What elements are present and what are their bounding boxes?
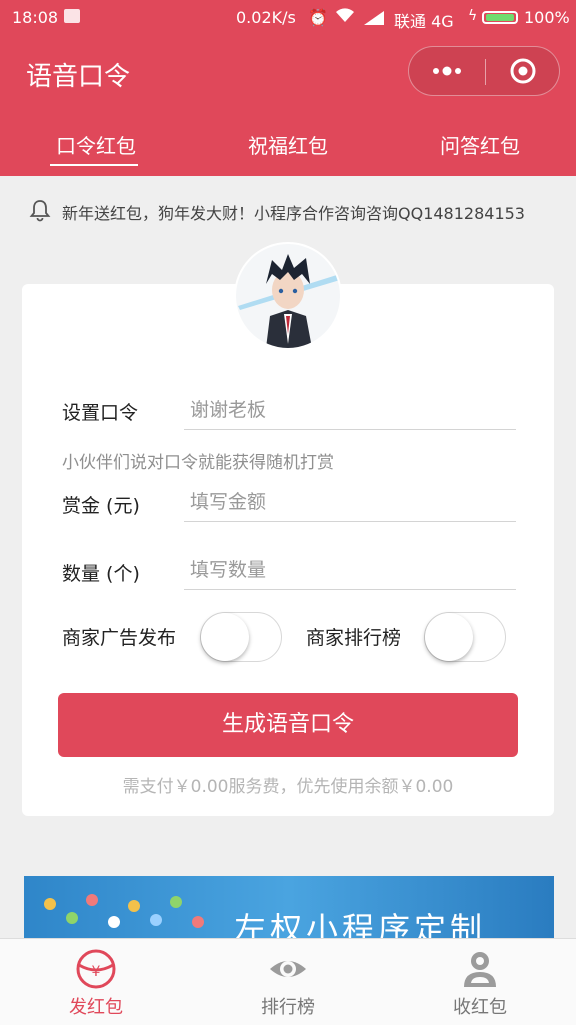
amount-label: 赏金 (元) [62,495,140,517]
payment-note: 需支付￥0.00服务费，优先使用余额￥0.00 [122,777,454,797]
nav-bar: 语音口令 [0,34,576,110]
ad-banner[interactable]: 左权小程序定制 [24,876,554,938]
tabbar-label-send: 发红包 [69,997,123,1018]
more-icon[interactable] [427,60,467,82]
toggle-knob [201,613,249,661]
notice-bar: 新年送红包，狗年发大财！小程序合作咨询咨询QQ1481284153 [0,176,576,246]
capsule-divider [485,59,486,85]
tabbar-label-rank: 排行榜 [261,997,315,1018]
bottom-tab-bar: ¥ 发红包 排行榜 收红包 [0,938,576,1025]
avatar [236,244,340,348]
top-tabs: 口令红包 祝福红包 问答红包 [0,110,576,176]
quantity-input[interactable] [184,550,516,590]
password-label: 设置口令 [62,402,139,424]
status-time: 18:08 [12,8,59,27]
rank-toggle[interactable] [424,612,506,662]
eye-icon [268,949,308,989]
red-packet-icon: ¥ [76,949,116,989]
active-tab-indicator [50,164,138,166]
page-title: 语音口令 [26,62,131,92]
alarm-icon: ⏰ [308,8,328,27]
carrier-label: 联通 4G [394,12,454,31]
bell-icon [28,198,52,222]
wifi-icon [334,6,356,29]
password-hint: 小伙伴们说对口令就能获得随机打赏 [62,453,334,473]
tab-blessing-packet[interactable]: 祝福红包 [242,130,334,159]
network-speed: 0.02K/s [236,8,296,27]
toggle-knob [425,613,473,661]
ad-toggle[interactable] [200,612,282,662]
svg-text:¥: ¥ [92,964,101,980]
tabbar-label-receive: 收红包 [453,997,507,1018]
sim-icon [64,9,80,23]
rank-toggle-label: 商家排行榜 [306,627,402,649]
ad-toggle-label: 商家广告发布 [62,627,177,649]
tab-password-packet[interactable]: 口令红包 [50,130,142,159]
banner-text: 左权小程序定制 [234,910,487,938]
password-input[interactable] [184,390,516,430]
close-icon[interactable] [509,57,537,85]
tab-quiz-packet[interactable]: 问答红包 [434,130,526,159]
generate-voice-password-button[interactable]: 生成语音口令 [58,693,518,757]
tabbar-item-send[interactable]: ¥ 发红包 [0,939,192,1025]
tabbar-item-rank[interactable]: 排行榜 [192,939,384,1025]
notice-text: 新年送红包，狗年发大财！小程序合作咨询咨询QQ1481284153 [62,204,525,223]
user-icon [460,949,500,989]
battery-icon [482,11,518,24]
signal-icon [364,10,384,25]
amount-input[interactable] [184,482,516,522]
quantity-label: 数量 (个) [62,563,140,585]
tabbar-item-receive[interactable]: 收红包 [384,939,576,1025]
battery-percent: 100% [524,8,570,27]
mini-program-capsule [408,46,560,96]
status-bar: 18:08 0.02K/s ⏰ 联通 4G ϟ 100% [0,0,576,34]
charging-icon: ϟ [468,8,478,24]
